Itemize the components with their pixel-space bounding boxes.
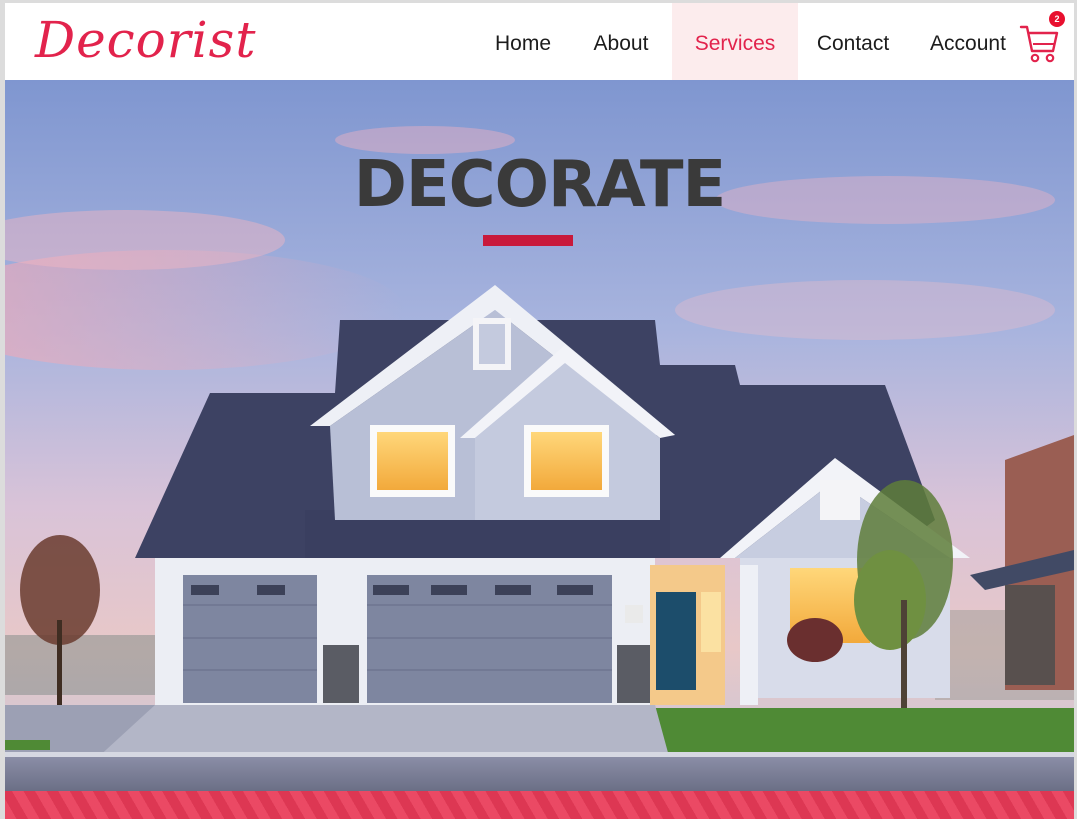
nav-contact[interactable]: Contact (802, 3, 904, 80)
shopping-cart-button[interactable]: 2 (1019, 11, 1065, 67)
title-underline (483, 235, 573, 246)
cart-count-badge: 2 (1049, 11, 1065, 27)
hero-banner: DECORATE (5, 80, 1074, 791)
hero-title: DECORATE (353, 148, 726, 222)
nav-about[interactable]: About (575, 3, 667, 80)
page-frame: Decorist Home About Services Contact Acc… (5, 3, 1074, 819)
nav-home[interactable]: Home (475, 3, 571, 80)
nav-services[interactable]: Services (672, 3, 798, 80)
nav-account[interactable]: Account (909, 3, 1027, 80)
site-header: Decorist Home About Services Contact Acc… (5, 3, 1074, 80)
decorative-footer-band (5, 791, 1074, 819)
brand-logo[interactable]: Decorist (35, 7, 256, 73)
